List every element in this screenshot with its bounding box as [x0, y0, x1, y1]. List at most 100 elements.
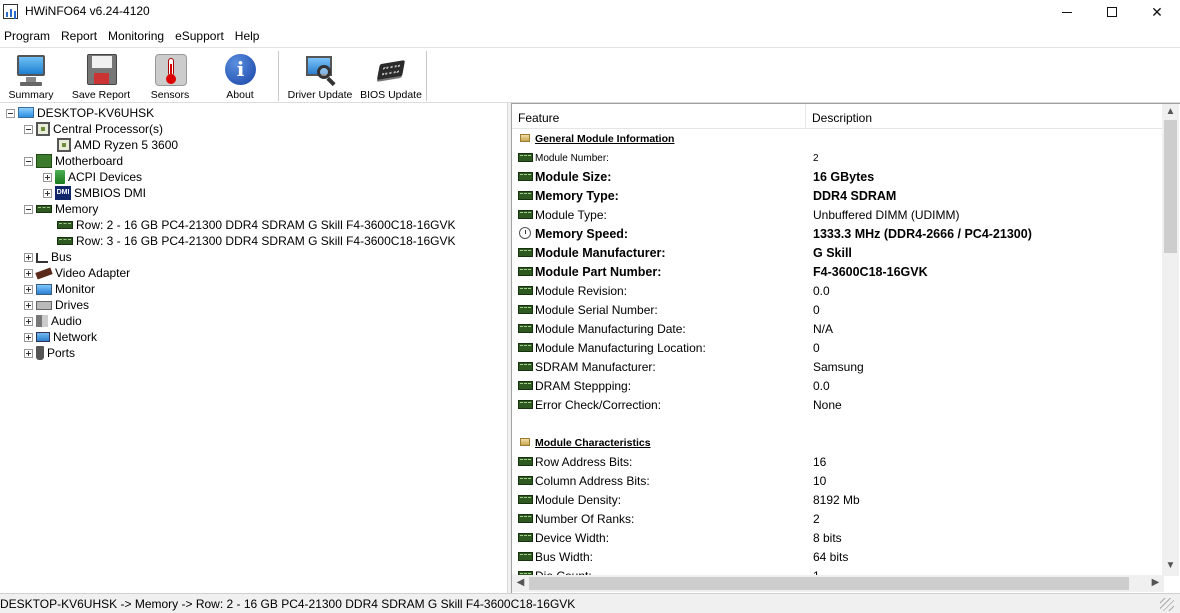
maximize-icon — [1107, 7, 1117, 17]
tree-node-motherboard[interactable]: Motherboard — [24, 153, 123, 169]
about-button[interactable]: i About — [218, 48, 262, 102]
list-row[interactable]: Error Check/Correction: None — [512, 395, 1164, 414]
memory-module-icon — [518, 362, 533, 371]
description-value: 2 — [813, 153, 819, 164]
minimize-button[interactable] — [1044, 0, 1090, 24]
usb-plug-icon — [36, 346, 44, 360]
driver-update-button[interactable]: Driver Update — [286, 48, 354, 102]
expand-icon[interactable] — [24, 268, 33, 278]
memory-icon — [57, 237, 73, 245]
menu-program[interactable]: Program — [0, 25, 54, 47]
list-row[interactable]: Module Number: 2 — [512, 148, 1164, 167]
description-value: F4-3600C18-16GVK — [813, 265, 928, 279]
horizontal-scrollbar[interactable]: ◀ ▶ — [512, 575, 1164, 592]
tree-node-computer[interactable]: DESKTOP-KV6UHSK — [6, 105, 154, 121]
expand-icon[interactable] — [24, 348, 33, 358]
scroll-left-arrow-icon[interactable]: ◀ — [512, 577, 529, 588]
memory-module-icon — [518, 172, 533, 181]
tree-node-memory[interactable]: Memory — [24, 201, 98, 217]
list-row[interactable]: Column Address Bits: 10 — [512, 471, 1164, 490]
list-row[interactable]: Bus Width: 64 bits — [512, 547, 1164, 566]
list-row[interactable]: Module Manufacturer: G Skill — [512, 243, 1164, 262]
expand-icon[interactable] — [24, 300, 33, 310]
collapse-icon[interactable] — [6, 108, 15, 118]
feature-label: Error Check/Correction: — [535, 398, 662, 412]
list-section-header[interactable]: General Module Information — [512, 129, 1164, 148]
maximize-button[interactable] — [1089, 0, 1135, 24]
menu-help[interactable]: Help — [231, 25, 264, 47]
list-row[interactable]: Module Serial Number: 0 — [512, 300, 1164, 319]
list-row[interactable]: Memory Speed: 1333.3 MHz (DDR4-2666 / PC… — [512, 224, 1164, 243]
tree-node-memory-row-3[interactable]: Row: 3 - 16 GB PC4-21300 DDR4 SDRAM G Sk… — [57, 233, 455, 249]
expand-icon[interactable] — [24, 284, 33, 294]
collapse-icon[interactable] — [24, 124, 33, 134]
memory-module-icon — [518, 476, 533, 485]
feature-label: Column Address Bits: — [535, 474, 650, 488]
tree-node-central-processors[interactable]: Central Processor(s) — [24, 121, 163, 137]
collapse-icon[interactable] — [24, 204, 33, 214]
tree-node-video-adapter[interactable]: Video Adapter — [24, 265, 130, 281]
expand-icon[interactable] — [24, 252, 33, 262]
summary-button[interactable]: Summary — [6, 48, 56, 102]
tree-node-ports[interactable]: Ports — [24, 345, 75, 361]
column-divider[interactable] — [805, 104, 806, 129]
expand-icon[interactable] — [43, 188, 52, 198]
save-report-button[interactable]: Save Report — [70, 48, 132, 102]
list-row[interactable]: SDRAM Manufacturer: Samsung — [512, 357, 1164, 376]
feature-label: General Module Information — [535, 133, 675, 145]
hwinfo-app-icon[interactable] — [3, 4, 18, 19]
horizontal-scroll-thumb[interactable] — [529, 577, 1129, 590]
vertical-scrollbar[interactable]: ▲ ▼ — [1162, 104, 1179, 576]
list-row[interactable]: DRAM Steppping: 0.0 — [512, 376, 1164, 395]
memory-module-icon — [518, 533, 533, 542]
feature-label: Module Type: — [535, 208, 607, 222]
menu-report[interactable]: Report — [57, 25, 101, 47]
expand-icon[interactable] — [24, 316, 33, 326]
list-row[interactable]: Row Address Bits: 16 — [512, 452, 1164, 471]
menu-monitoring[interactable]: Monitoring — [104, 25, 168, 47]
collapse-icon[interactable] — [24, 156, 33, 166]
list-row[interactable]: Module Manufacturing Location: 0 — [512, 338, 1164, 357]
list-row[interactable]: Number Of Ranks: 2 — [512, 509, 1164, 528]
bios-update-button[interactable]: BIOS Update — [358, 48, 424, 102]
tree-node-cpu[interactable]: AMD Ryzen 5 3600 — [57, 137, 178, 153]
tree-node-acpi-devices[interactable]: ACPI Devices — [43, 169, 142, 185]
feature-label: Module Serial Number: — [535, 303, 658, 317]
column-header-feature[interactable]: Feature — [518, 111, 559, 125]
tree-node-audio[interactable]: Audio — [24, 313, 82, 329]
description-value: 64 bits — [813, 550, 849, 564]
tree-node-bus[interactable]: Bus — [24, 249, 72, 265]
scroll-down-arrow-icon[interactable]: ▼ — [1162, 560, 1179, 571]
menu-esupport[interactable]: eSupport — [171, 25, 228, 47]
list-row[interactable]: Module Part Number: F4-3600C18-16GVK — [512, 262, 1164, 281]
feature-label: Number Of Ranks: — [535, 512, 635, 526]
tree-node-label: Drives — [55, 298, 90, 312]
expand-icon[interactable] — [24, 332, 33, 342]
scroll-up-arrow-icon[interactable]: ▲ — [1162, 106, 1179, 117]
tree-node-network[interactable]: Network — [24, 329, 97, 345]
list-row[interactable]: Module Type: Unbuffered DIMM (UDIMM) — [512, 205, 1164, 224]
description-value: N/A — [813, 322, 834, 336]
resize-grip-icon[interactable] — [1160, 598, 1174, 611]
device-tree[interactable]: DESKTOP-KV6UHSK Central Processor(s) AMD… — [0, 103, 507, 593]
list-section-header[interactable]: Module Characteristics — [512, 433, 1164, 452]
sensors-button[interactable]: Sensors — [146, 48, 194, 102]
tree-node-smbios-dmi[interactable]: DMI SMBIOS DMI — [43, 185, 146, 201]
tree-node-memory-row-2[interactable]: Row: 2 - 16 GB PC4-21300 DDR4 SDRAM G Sk… — [57, 217, 455, 233]
close-button[interactable]: ✕ — [1134, 0, 1180, 24]
list-row[interactable]: Module Revision: 0.0 — [512, 281, 1164, 300]
cpu-icon — [36, 122, 50, 136]
tree-node-monitor[interactable]: Monitor — [24, 281, 95, 297]
vertical-scroll-thumb[interactable] — [1164, 120, 1177, 253]
scroll-right-arrow-icon[interactable]: ▶ — [1147, 577, 1164, 588]
list-row[interactable]: Memory Type: DDR4 SDRAM — [512, 186, 1164, 205]
tree-node-drives[interactable]: Drives — [24, 297, 89, 313]
column-header-description[interactable]: Description — [812, 111, 872, 125]
list-row[interactable]: Module Density: 8192 Mb — [512, 490, 1164, 509]
expand-icon[interactable] — [43, 172, 52, 182]
list-row[interactable]: Module Manufacturing Date: N/A — [512, 319, 1164, 338]
list-row[interactable]: Device Width: 8 bits — [512, 528, 1164, 547]
list-row[interactable]: Module Size: 16 GBytes — [512, 167, 1164, 186]
details-list[interactable]: Feature Description General Module Infor… — [512, 103, 1180, 593]
tree-node-label: Audio — [51, 314, 82, 328]
